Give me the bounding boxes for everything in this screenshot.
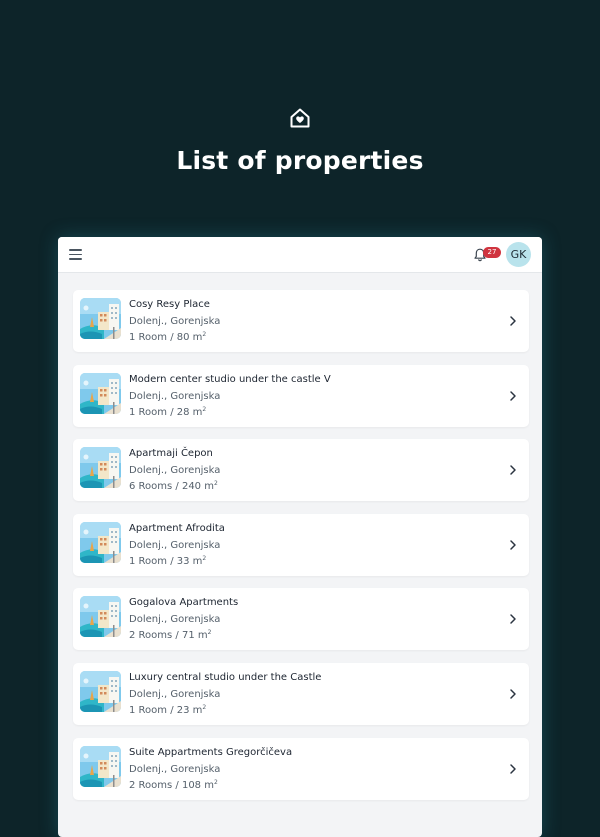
property-card[interactable]: Modern center studio under the castle V …	[73, 364, 529, 427]
property-name: Luxury central studio under the Castle	[129, 671, 322, 683]
property-size: 1 Room / 33 m2	[129, 554, 207, 567]
page-title: List of properties	[176, 146, 424, 175]
property-thumbnail	[80, 372, 121, 414]
property-card[interactable]: Gogalova Apartments Dolenj., Gorenjska 2…	[73, 588, 529, 651]
chevron-right-icon[interactable]	[509, 688, 517, 700]
avatar[interactable]: GK	[506, 242, 531, 267]
property-location: Dolenj., Gorenjska	[129, 614, 221, 626]
property-size: 1 Room / 28 m2	[129, 405, 207, 418]
notification-count-badge: 27	[483, 247, 501, 258]
chevron-right-icon[interactable]	[509, 390, 517, 402]
property-location: Dolenj., Gorenjska	[129, 390, 221, 402]
unit-exponent: 2	[213, 778, 218, 786]
unit-exponent: 2	[202, 405, 207, 413]
property-size-value: 6 Rooms / 240 m	[129, 481, 214, 493]
property-size: 6 Rooms / 240 m2	[129, 480, 218, 493]
property-thumbnail	[80, 521, 121, 563]
property-location: Dolenj., Gorenjska	[129, 688, 221, 700]
property-size-value: 2 Rooms / 71 m	[129, 630, 208, 642]
property-card[interactable]: Luxury central studio under the Castle D…	[73, 662, 529, 725]
property-location: Dolenj., Gorenjska	[129, 539, 221, 551]
property-location: Dolenj., Gorenjska	[129, 763, 221, 775]
property-thumbnail	[80, 670, 121, 712]
properties-panel: 27 GK Cosy Resy Place Dolenj., Gorenjska…	[58, 237, 542, 837]
property-thumbnail	[80, 447, 121, 489]
property-name: Gogalova Apartments	[129, 597, 239, 609]
property-card[interactable]: Cosy Resy Place Dolenj., Gorenjska 1 Roo…	[73, 290, 529, 352]
unit-exponent: 2	[207, 629, 212, 637]
property-size-value: 1 Room / 33 m	[129, 555, 203, 567]
property-size-value: 1 Room / 28 m	[129, 406, 203, 418]
property-list: Cosy Resy Place Dolenj., Gorenjska 1 Roo…	[73, 290, 529, 812]
chevron-right-icon[interactable]	[509, 763, 517, 775]
chevron-right-icon[interactable]	[509, 613, 517, 625]
property-card[interactable]: Apartmaji Čepon Dolenj., Gorenjska 6 Roo…	[73, 439, 529, 502]
property-size-value: 1 Room / 80 m	[129, 332, 203, 343]
property-thumbnail	[80, 745, 121, 787]
property-name: Suite Appartments Gregorčičeva	[129, 746, 293, 758]
property-size-value: 2 Rooms / 108 m	[129, 779, 214, 791]
property-size: 2 Rooms / 71 m2	[129, 629, 212, 642]
property-size-value: 1 Room / 23 m	[129, 704, 203, 716]
unit-exponent: 2	[202, 331, 207, 338]
property-card[interactable]: Apartment Afrodita Dolenj., Gorenjska 1 …	[73, 513, 529, 576]
property-size: 1 Room / 23 m2	[129, 703, 207, 716]
property-name: Apartment Afrodita	[129, 522, 225, 534]
property-name: Cosy Resy Place	[129, 299, 210, 310]
home-heart-icon	[290, 108, 310, 128]
property-name: Modern center studio under the castle V	[129, 373, 331, 385]
property-location: Dolenj., Gorenjska	[129, 316, 221, 327]
property-name: Apartmaji Čepon	[129, 448, 213, 460]
property-thumbnail	[80, 596, 121, 638]
app-topbar: 27 GK	[58, 237, 542, 273]
unit-exponent: 2	[202, 554, 207, 562]
hamburger-menu-icon[interactable]	[69, 249, 82, 260]
unit-exponent: 2	[202, 703, 207, 711]
property-size: 2 Rooms / 108 m2	[129, 778, 218, 791]
property-size: 1 Room / 80 m2	[129, 331, 207, 343]
unit-exponent: 2	[213, 480, 218, 488]
property-thumbnail	[80, 298, 121, 339]
property-card[interactable]: Suite Appartments Gregorčičeva Dolenj., …	[73, 737, 529, 800]
chevron-right-icon[interactable]	[509, 464, 517, 476]
chevron-right-icon[interactable]	[509, 539, 517, 551]
chevron-right-icon[interactable]	[509, 315, 517, 327]
property-location: Dolenj., Gorenjska	[129, 465, 221, 477]
